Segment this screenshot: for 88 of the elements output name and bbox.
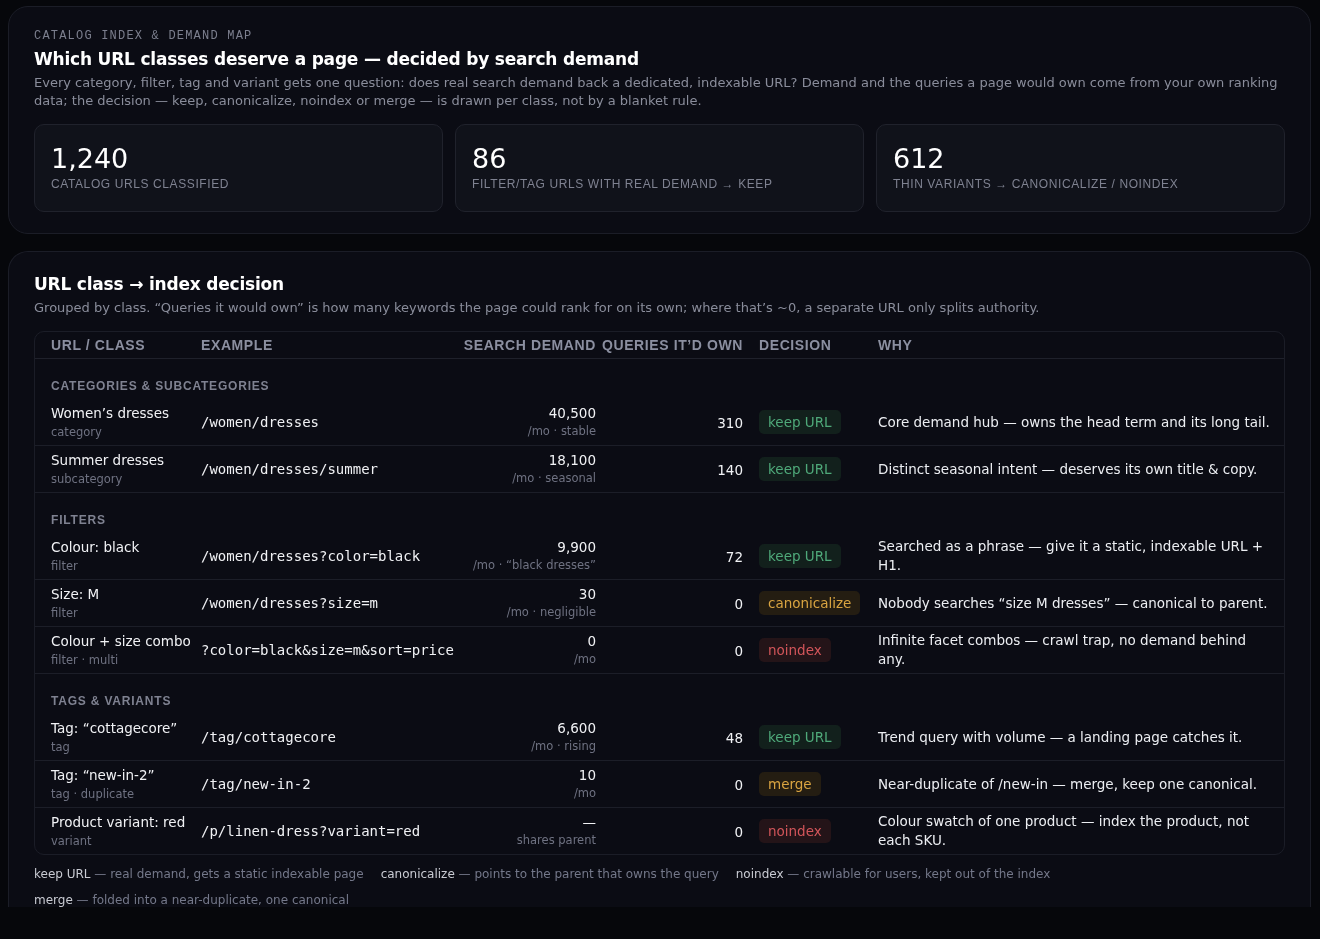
decision-badge: noindex [759,819,831,843]
stat-label: FILTER/TAG URLS WITH REAL DEMAND → KEEP [472,177,774,191]
column-header: DECISION [743,332,878,359]
url-class-type: filter [51,605,79,622]
url-class-type: subcategory [51,471,124,488]
url-class-name: Product variant: red [51,813,187,832]
reason-text: Near-duplicate of /new-in — merge, keep one canonical. [878,774,1259,794]
url-class-type: filter · multi [51,652,120,669]
url-class-name: Tag: “new-in-2” [51,766,156,785]
decision-badge: keep URL [759,457,841,481]
queries-count: 140 [717,461,743,478]
example-url: /women/dresses?size=m [201,594,379,613]
url-class-name: Colour + size combo [51,632,192,651]
demand-note: /mo [572,785,596,802]
demand-note: /mo · rising [530,738,596,755]
group-heading: FILTERS [51,513,106,527]
url-class-name: Size: M [51,585,101,604]
decision-badge: keep URL [759,410,841,434]
section-description: Grouped by class. “Queries it would own” is how many keywords the page could rank for on its own; where that’s ~0, a separate URL only splits authority. [34,299,1041,317]
reason-text: Core demand hub — owns the head term and its long tail. [878,412,1271,432]
group-heading: CATEGORIES & SUBCATEGORIES [51,379,270,393]
demand-value: 18,100 [547,451,596,470]
url-class-type: tag [51,739,71,756]
url-class-type: category [51,424,103,441]
demand-note: shares parent [515,832,596,849]
url-class-type: filter [51,558,79,575]
column-header: QUERIES IT’D OWN [596,332,743,359]
url-class-name: Colour: black [51,538,141,557]
decision-badge: canonicalize [759,591,861,615]
example-url: /tag/new-in-2 [201,775,312,794]
page-title: Which URL classes deserve a page — decided by search demand [34,49,640,69]
decision-badge: keep URL [759,544,841,568]
group-heading: TAGS & VARIANTS [51,694,172,708]
reason-text: Colour swatch of one product — index the product, not each SKU. [878,812,1250,850]
demand-value: 40,500 [547,404,596,423]
example-url: ?color=black&size=m&sort=price [201,641,455,660]
legend-item: canonicalize — points to the parent that owns the query [380,867,719,881]
queries-count: 0 [734,642,743,659]
queries-count: 0 [734,595,743,612]
column-header: URL / CLASS [35,332,201,359]
queries-count: 0 [734,776,743,793]
stat-value: 612 [893,143,946,175]
column-header: WHY [878,332,1284,359]
url-class-type: variant [51,833,93,850]
stat-value: 86 [472,143,508,175]
reason-text: Trend query with volume — a landing page catches it. [878,727,1244,747]
demand-note: /mo · “black dresses” [471,557,596,574]
legend-item: noindex — crawlable for users, kept out of the index [735,867,1051,881]
reason-text: Searched as a phrase — give it a static, indexable URL + H1. [878,537,1265,575]
demand-value: 6,600 [556,719,596,738]
queries-count: 310 [717,414,743,431]
example-url: /women/dresses/summer [201,460,379,479]
url-class-name: Tag: “cottagecore” [51,719,179,738]
eyebrow-label: CATALOG INDEX & DEMAND MAP [34,29,254,43]
column-header: EXAMPLE [201,332,463,359]
demand-value: 10 [577,766,596,785]
queries-count: 48 [725,729,743,746]
example-url: /tag/cottagecore [201,728,337,747]
decision-badge: merge [759,772,821,796]
page-description: Every category, filter, tag and variant gets one question: does real search demand back a dedicated, indexable URL? Demand and the queries a page would own come from your own ranking data; the decision — keep, canonicalize, noindex or merge — is drawn per class, not by a blanket rule. [34,74,1279,110]
stat-value: 1,240 [51,143,130,175]
url-class-name: Women’s dresses [51,404,170,423]
reason-text: Distinct seasonal intent — deserves its own title & copy. [878,459,1259,479]
example-url: /women/dresses [201,413,320,432]
legend-item: merge — folded into a near-duplicate, one canonical [34,893,349,907]
decision-badge: keep URL [759,725,841,749]
demand-value: — [581,813,596,832]
decision-badge: noindex [759,638,831,662]
queries-count: 72 [725,548,743,565]
stat-label: CATALOG URLS CLASSIFIED [51,177,231,191]
demand-value: 0 [586,632,596,651]
example-url: /women/dresses?color=black [201,547,422,566]
demand-value: 30 [577,585,596,604]
demand-note: /mo · negligible [505,604,596,621]
stat-label: THIN VARIANTS → CANONICALIZE / NOINDEX [893,177,1180,191]
section-title: URL class → index decision [34,274,285,294]
column-header: SEARCH DEMAND [463,332,596,359]
demand-note: /mo [572,651,596,668]
demand-value: 9,900 [556,538,596,557]
demand-note: /mo · seasonal [511,470,596,487]
legend-item: keep URL — real demand, gets a static indexable page [34,867,364,881]
reason-text: Infinite facet combos — crawl trap, no demand behind any. [878,631,1248,669]
demand-note: /mo · stable [526,423,596,440]
url-class-type: tag · duplicate [51,786,136,803]
example-url: /p/linen-dress?variant=red [201,822,422,841]
url-class-name: Summer dresses [51,451,166,470]
reason-text: Nobody searches “size M dresses” — canonical to parent. [878,593,1269,613]
queries-count: 0 [734,823,743,840]
